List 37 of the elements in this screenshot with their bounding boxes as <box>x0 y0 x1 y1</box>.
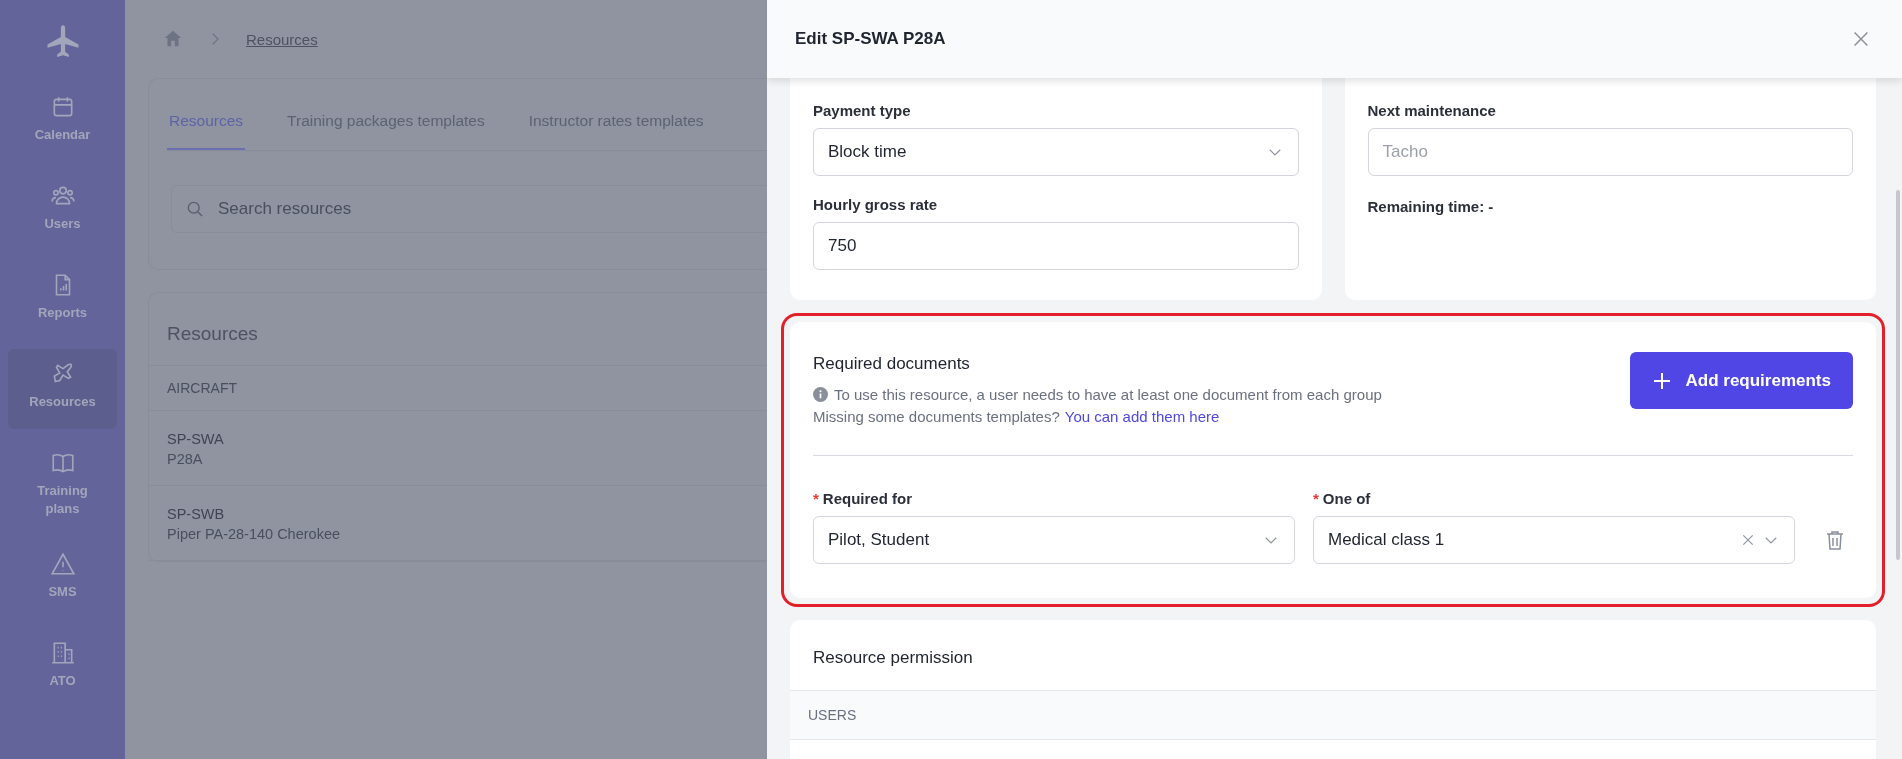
column-header: AIRCRAFT <box>167 380 237 396</box>
next-maintenance-input[interactable]: Tacho <box>1367 128 1853 176</box>
sidebar-item[interactable]: Calendar <box>8 82 117 162</box>
hourly-rate-input[interactable]: 750 <box>813 222 1299 270</box>
payment-type-select[interactable]: Block time <box>813 128 1299 176</box>
sidebar-item[interactable]: Users <box>8 171 117 251</box>
add-requirements-button[interactable]: Add requirements <box>1629 352 1853 409</box>
search-field[interactable]: Search resources <box>171 185 767 233</box>
hint-text: Missing some documents templates? <box>813 408 1060 425</box>
sidebar-item[interactable]: SMS <box>8 539 117 619</box>
column-header: USERS <box>808 707 857 723</box>
card-title: Required documents <box>813 354 971 374</box>
field-label: Payment type <box>813 102 912 119</box>
sidebar-item[interactable]: Training plans <box>8 438 117 530</box>
add-templates-link[interactable]: You can add them here <box>1064 408 1220 425</box>
breadcrumb-link[interactable]: Resources <box>246 30 318 48</box>
remaining-time-text: Remaining time: - <box>1367 198 1495 215</box>
card-title: Resource permission <box>812 647 974 669</box>
field-label: * One of <box>1313 490 1372 507</box>
document-select[interactable]: Medical class 1 <box>1313 516 1795 564</box>
drawer-title: Edit SP-SWA P28A <box>795 29 946 49</box>
sidebar-item[interactable]: Reports <box>8 260 117 340</box>
scrollbar[interactable] <box>1896 190 1900 560</box>
info-text: To use this resource, a user needs to have at least one document from each group <box>834 386 1382 403</box>
required-for-select[interactable]: Pilot, Student <box>813 516 1295 564</box>
plus-icon <box>1651 370 1672 391</box>
sidebar-item[interactable]: ATO <box>8 628 117 708</box>
search-icon <box>185 199 205 219</box>
card-title: Resources <box>166 322 259 346</box>
field-label: Hourly gross rate <box>813 196 939 213</box>
building-icon <box>49 640 76 666</box>
sidebar-item[interactable]: Resources <box>8 349 117 429</box>
info-icon <box>813 387 828 402</box>
warning-icon <box>49 551 76 577</box>
field-label: Next maintenance <box>1367 102 1497 119</box>
clear-icon[interactable] <box>1740 532 1756 548</box>
field-label: * Required for <box>813 490 914 507</box>
